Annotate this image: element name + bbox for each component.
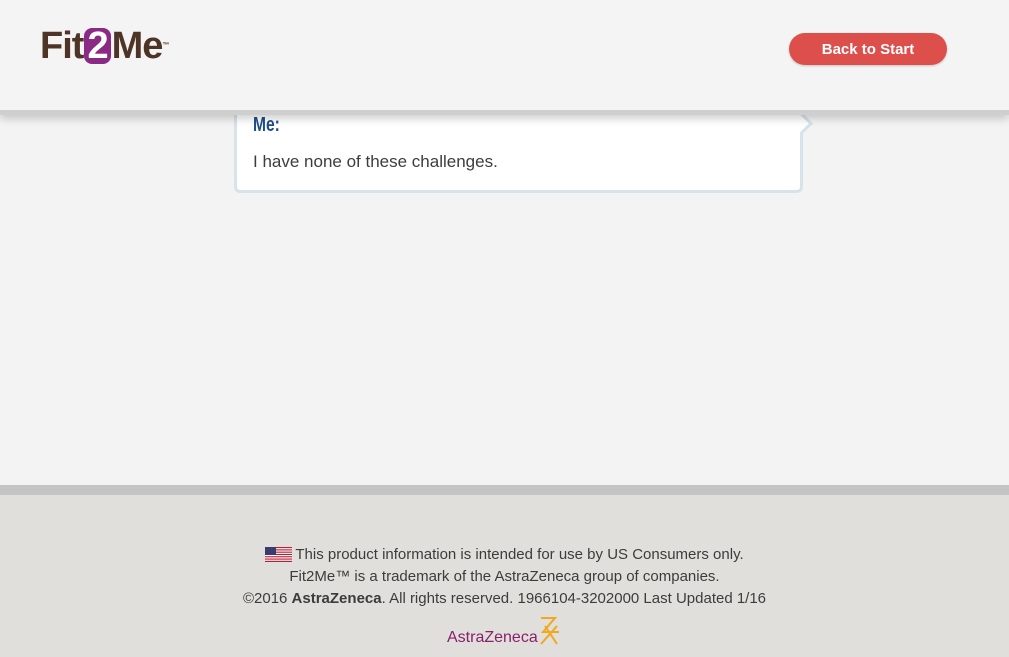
fit2me-logo[interactable]: Fit 2 Me™ — [40, 24, 169, 68]
footer-line-1: This product information is intended for… — [295, 546, 744, 563]
us-flag-icon — [265, 547, 293, 562]
footer-line-2: Fit2Me™ is a trademark of the AstraZenec… — [289, 568, 720, 585]
footer-disclaimer: This product information is intended for… — [0, 546, 1009, 563]
copyright-brand: AstraZeneca — [291, 590, 382, 607]
logo-tm: ™ — [162, 42, 170, 49]
footer-copyright: ©2016 AstraZeneca. All rights reserved. … — [0, 590, 1009, 607]
astrazeneca-logo-text: AstraZeneca — [447, 629, 538, 646]
astrazeneca-symbol-icon — [540, 617, 559, 645]
copyright-prefix: ©2016 — [242, 590, 292, 607]
page-footer: This product information is intended for… — [0, 485, 1009, 657]
back-to-start-button[interactable]: Back to Start — [789, 33, 947, 65]
logo-two: 2 — [84, 27, 111, 65]
app-header: Fit 2 Me™ Back to Start — [0, 0, 1009, 115]
logo-fit: Fit — [40, 25, 84, 67]
speaker-label: Me: — [253, 114, 280, 136]
copyright-suffix: . All rights reserved. 1966104-3202000 L… — [381, 590, 767, 607]
chat-message: I have none of these challenges. — [253, 152, 498, 171]
bubble-tail — [791, 112, 814, 135]
logo-me: Me — [111, 25, 164, 67]
